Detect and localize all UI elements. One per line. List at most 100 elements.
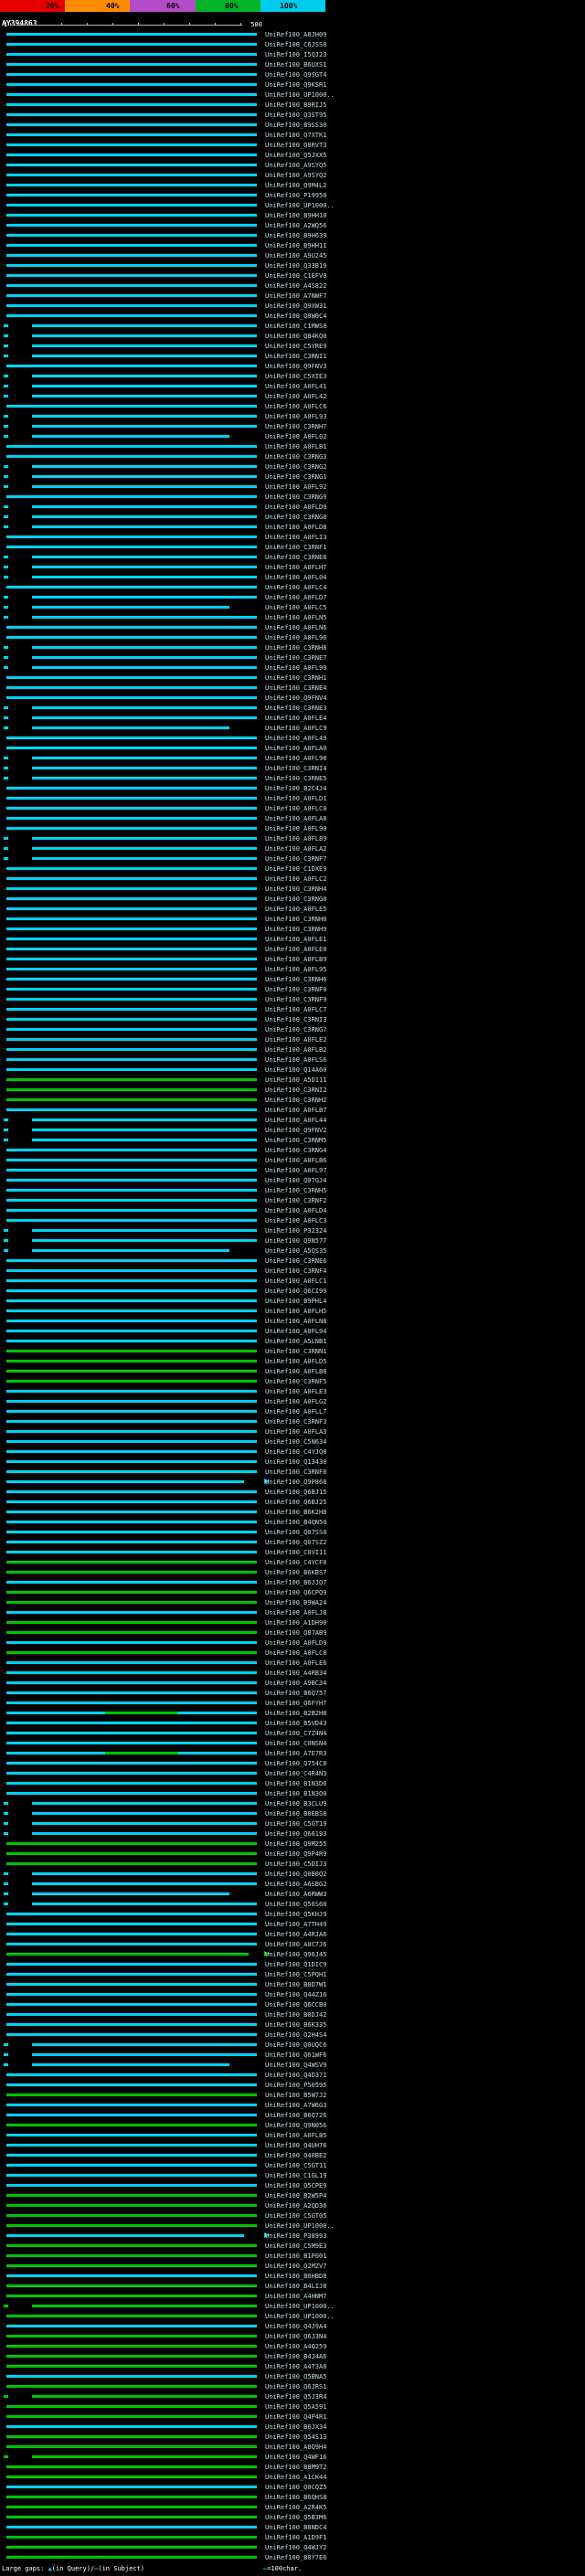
hit-bar[interactable]: [4, 2231, 270, 2241]
hit-bar[interactable]: [4, 1999, 263, 2009]
hit-label[interactable]: UniRef100_A6SBG2: [265, 1881, 326, 1888]
hit-label[interactable]: UniRef100_Q6CI99: [265, 1288, 326, 1295]
hit-label[interactable]: UniRef100_A4RJA6: [265, 1931, 326, 1938]
hit-label[interactable]: UniRef100_A7NWF7: [265, 292, 326, 300]
hit-bar[interactable]: [4, 1406, 263, 1416]
hit-bar[interactable]: [4, 1638, 263, 1648]
hit-bar[interactable]: [4, 1396, 263, 1406]
hit-bar[interactable]: [4, 472, 263, 482]
hit-bar[interactable]: [4, 2301, 263, 2311]
hit-bar[interactable]: [4, 1808, 263, 1818]
hit-label[interactable]: UniRef100_A0C7J6: [265, 1941, 326, 1948]
hit-label[interactable]: UniRef100_B9WA24: [265, 1599, 326, 1606]
hit-label[interactable]: UniRef100_A1DH90: [265, 1619, 326, 1627]
hit-bar[interactable]: [4, 562, 263, 572]
hit-label[interactable]: UniRef100_UP1000..: [265, 2313, 335, 2320]
hit-label[interactable]: UniRef100_A0FLD4: [265, 1207, 326, 1214]
hit-label[interactable]: UniRef100_B0D7W1: [265, 1981, 326, 1988]
hit-label[interactable]: UniRef100_C3RNG3: [265, 453, 326, 461]
hit-label[interactable]: UniRef100_Q5J3R4: [265, 2393, 326, 2401]
hit-label[interactable]: UniRef100_Q6FYH7: [265, 1700, 326, 1707]
hit-bar[interactable]: [4, 2512, 263, 2522]
hit-bar[interactable]: [4, 1577, 263, 1587]
hit-bar[interactable]: [4, 1849, 263, 1859]
hit-bar[interactable]: [4, 2080, 263, 2090]
hit-label[interactable]: UniRef100_B9HH10: [265, 212, 326, 219]
hit-label[interactable]: UniRef100_Q9M255: [265, 1840, 326, 1848]
hit-label[interactable]: UniRef100_C3RNF7: [265, 855, 326, 863]
hit-label[interactable]: UniRef100_A4S822: [265, 282, 326, 290]
hit-label[interactable]: UniRef100_A0FLG2: [265, 1398, 326, 1405]
hit-label[interactable]: UniRef100_C3RNM5: [265, 1137, 326, 1144]
hit-bar[interactable]: [4, 1306, 263, 1316]
hit-label[interactable]: UniRef100_A7W6G3: [265, 2102, 326, 2109]
hit-bar[interactable]: [4, 49, 263, 59]
hit-label[interactable]: UniRef100_A4HNM7: [265, 2293, 326, 2300]
hit-label[interactable]: UniRef100_Q5A591: [265, 2403, 326, 2411]
hit-bar[interactable]: [4, 2381, 263, 2391]
hit-bar[interactable]: [4, 1075, 263, 1085]
hit-bar[interactable]: [4, 2442, 263, 2452]
hit-bar[interactable]: [4, 1798, 263, 1808]
hit-label[interactable]: UniRef100_A2QD36: [265, 2202, 326, 2210]
hit-label[interactable]: UniRef100_B0Y7E6: [265, 2554, 326, 2561]
hit-label[interactable]: UniRef100_Q4D371: [265, 2072, 326, 2079]
hit-bar[interactable]: [4, 1959, 263, 1969]
hit-label[interactable]: UniRef100_A0FLC8: [265, 1649, 326, 1657]
hit-bar[interactable]: [4, 833, 263, 843]
hit-label[interactable]: UniRef100_A0FLC6: [265, 403, 326, 410]
hit-bar[interactable]: [4, 1909, 263, 1919]
hit-bar[interactable]: [4, 1105, 263, 1115]
hit-label[interactable]: UniRef100_C3RNH1: [265, 674, 326, 682]
hit-bar[interactable]: [4, 2311, 263, 2321]
hit-bar[interactable]: [4, 2542, 263, 2552]
hit-bar[interactable]: [4, 482, 263, 492]
hit-label[interactable]: UniRef100_B0EBS8: [265, 1810, 326, 1818]
hit-bar[interactable]: [4, 894, 263, 904]
hit-label[interactable]: UniRef100_A0FLB7: [265, 1107, 326, 1114]
hit-bar[interactable]: [4, 260, 263, 270]
hit-bar[interactable]: [4, 2452, 263, 2462]
hit-bar[interactable]: [4, 1557, 263, 1567]
hit-label[interactable]: UniRef100_C3RNG1: [265, 473, 326, 481]
hit-label[interactable]: UniRef100_A0FL04: [265, 574, 326, 581]
hit-label[interactable]: UniRef100_B2B2H8: [265, 1710, 326, 1717]
hit-label[interactable]: UniRef100_A0FL92: [265, 483, 326, 491]
hit-bar[interactable]: [4, 80, 263, 90]
hit-bar[interactable]: [4, 2030, 263, 2040]
hit-label[interactable]: UniRef100_A0FLC0: [265, 805, 326, 812]
hit-bar[interactable]: [4, 2552, 263, 2562]
hit-label[interactable]: UniRef100_A0FLE1: [265, 936, 326, 943]
hit-label[interactable]: UniRef100_C3RNE5: [265, 775, 326, 782]
hit-bar[interactable]: [4, 2120, 263, 2130]
hit-bar[interactable]: [4, 1296, 263, 1306]
hit-label[interactable]: UniRef100_C1DXE9: [265, 865, 326, 873]
hit-bar[interactable]: [4, 602, 263, 612]
hit-bar[interactable]: [4, 170, 263, 180]
hit-bar[interactable]: [4, 582, 263, 592]
hit-bar[interactable]: [4, 1859, 263, 1869]
hit-label[interactable]: UniRef100_Q1DIC9: [265, 1961, 326, 1968]
hit-label[interactable]: UniRef100_B1N3D6: [265, 1780, 326, 1787]
hit-label[interactable]: UniRef100_Q5BNA5: [265, 2373, 326, 2380]
hit-bar[interactable]: [4, 552, 263, 562]
hit-bar[interactable]: [4, 522, 263, 532]
hit-bar[interactable]: [4, 1929, 263, 1939]
hit-label[interactable]: UniRef100_C4R4N3: [265, 1770, 326, 1777]
hit-label[interactable]: UniRef100_B8NDC4: [265, 2524, 326, 2531]
hit-label[interactable]: UniRef100_B6UXS1: [265, 61, 326, 69]
hit-bar[interactable]: [4, 1416, 263, 1426]
hit-bar[interactable]: [4, 2502, 263, 2512]
hit-label[interactable]: UniRef100_A0FL93: [265, 413, 326, 420]
hit-label[interactable]: UniRef100_A0FLC7: [265, 1006, 326, 1013]
hit-bar[interactable]: [4, 120, 263, 130]
hit-label[interactable]: UniRef100_Q6JRS1: [265, 2383, 326, 2390]
hit-bar[interactable]: [4, 1718, 263, 1728]
hit-bar[interactable]: [4, 451, 263, 461]
hit-bar[interactable]: [4, 1969, 263, 1979]
hit-label[interactable]: UniRef100_Q9FNV4: [265, 694, 326, 702]
hit-label[interactable]: UniRef100_A0FLD8: [265, 524, 326, 531]
hit-label[interactable]: UniRef100_Q54S13: [265, 2433, 326, 2441]
hit-bar[interactable]: [4, 2170, 263, 2180]
hit-label[interactable]: UniRef100_B5VD43: [265, 1720, 326, 1727]
